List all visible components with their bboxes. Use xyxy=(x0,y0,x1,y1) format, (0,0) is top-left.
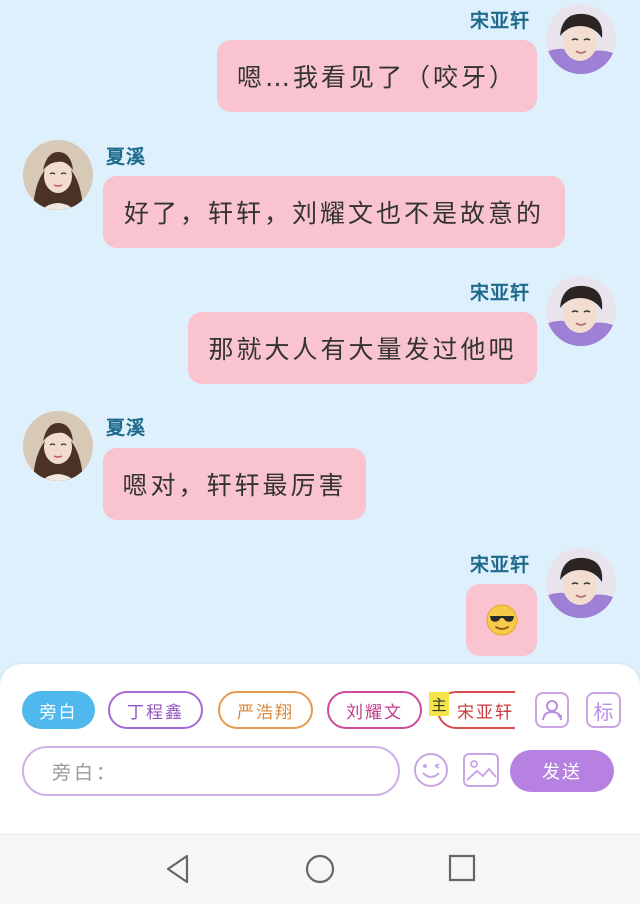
role-chip-yan-haoxiang[interactable]: 严浩翔 xyxy=(218,691,313,729)
system-nav-bar xyxy=(0,834,640,904)
message-bubble[interactable]: 嗯…我看见了（咬牙） xyxy=(217,40,537,112)
circle-home-icon xyxy=(305,854,335,884)
square-recent-icon xyxy=(448,854,476,882)
sender-name: 宋亚轩 xyxy=(470,282,531,304)
sunglasses-face-icon xyxy=(486,604,517,636)
avatar[interactable] xyxy=(546,4,616,74)
send-button[interactable]: 发送 xyxy=(510,750,614,792)
tag-button[interactable]: 标 xyxy=(586,692,621,728)
sender-name: 宋亚轩 xyxy=(470,10,531,32)
home-button[interactable] xyxy=(304,853,336,885)
avatar[interactable] xyxy=(546,276,616,346)
sender-name: 夏溪 xyxy=(106,146,147,168)
role-chip-liu-yaowen[interactable]: 刘耀文 xyxy=(327,691,422,729)
triangle-back-icon xyxy=(166,854,189,884)
message-bubble[interactable]: 嗯对，轩轩最厉害 xyxy=(103,448,366,520)
back-button[interactable] xyxy=(163,853,193,885)
sender-name: 宋亚轩 xyxy=(470,554,531,576)
avatar[interactable] xyxy=(546,548,616,618)
role-chip-narrator[interactable]: 旁白 xyxy=(22,691,95,729)
emoji-button[interactable] xyxy=(412,751,450,789)
avatar[interactable] xyxy=(23,411,93,481)
message-bubble[interactable]: 好了，轩轩，刘耀文也不是故意的 xyxy=(103,176,565,248)
main-role-badge: 主 xyxy=(429,692,449,716)
message-bubble[interactable] xyxy=(466,584,537,656)
smiley-icon xyxy=(414,753,448,787)
tag-label: 标 xyxy=(593,699,614,724)
message-bubble[interactable]: 那就大人有大量发过他吧 xyxy=(188,312,537,384)
recent-apps-button[interactable] xyxy=(448,854,476,882)
sender-name: 夏溪 xyxy=(106,417,147,439)
message-input[interactable]: 旁白： xyxy=(22,746,400,796)
image-button[interactable] xyxy=(462,752,500,788)
message-input-placeholder: 旁白： xyxy=(52,761,119,784)
role-chip-ding-chengxin[interactable]: 丁程鑫 xyxy=(108,691,203,729)
image-icon xyxy=(463,753,499,787)
avatar[interactable] xyxy=(23,140,93,210)
contact-card-button[interactable] xyxy=(535,692,569,728)
role-chip-label: 宋亚轩 xyxy=(457,702,514,723)
contact-card-icon xyxy=(542,700,562,721)
